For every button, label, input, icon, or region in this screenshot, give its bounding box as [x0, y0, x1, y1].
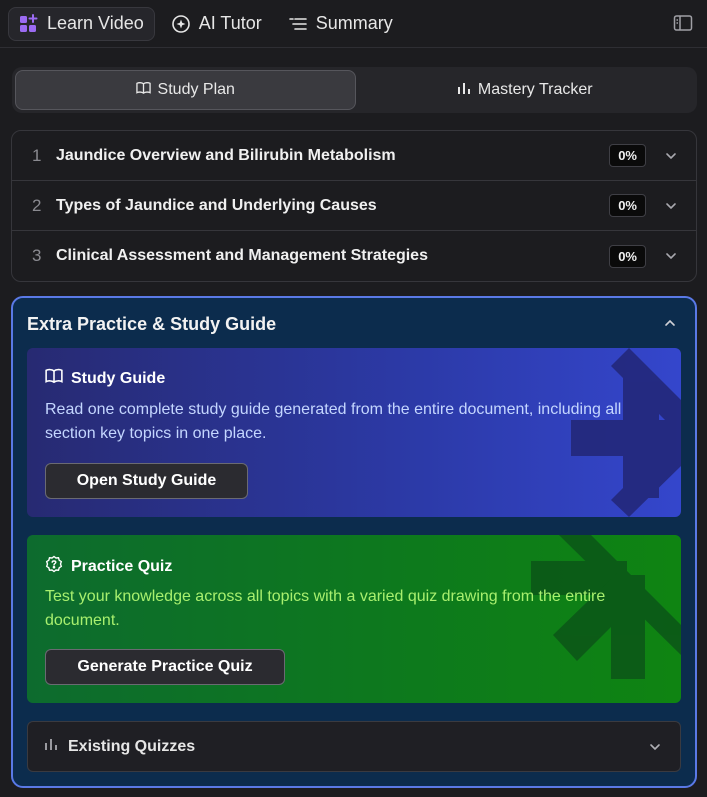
chevron-down-icon[interactable]	[664, 249, 678, 263]
practice-quiz-card: Practice Quiz Test your knowledge across…	[27, 535, 681, 703]
section-number: 3	[32, 246, 42, 265]
book-icon	[45, 368, 63, 389]
chevron-up-icon[interactable]	[663, 316, 677, 330]
sparkle-grid-icon	[19, 13, 39, 34]
existing-quizzes-row[interactable]: Existing Quizzes	[27, 721, 681, 772]
practice-quiz-heading: Practice Quiz	[45, 555, 172, 578]
progress-badge: 0%	[609, 144, 646, 167]
section-row[interactable]: 1 Jaundice Overview and Bilirubin Metabo…	[12, 131, 696, 181]
generate-practice-quiz-button[interactable]: Generate Practice Quiz	[45, 649, 285, 685]
top-nav: Learn Video AI Tutor Summary	[0, 0, 707, 48]
chevron-down-icon[interactable]	[664, 199, 678, 213]
chevron-down-icon[interactable]	[648, 740, 662, 754]
section-title: Clinical Assessment and Management Strat…	[56, 247, 428, 264]
study-guide-heading: Study Guide	[45, 368, 165, 389]
extra-practice-panel: Extra Practice & Study Guide Study Guide…	[11, 296, 697, 788]
open-study-guide-button[interactable]: Open Study Guide	[45, 463, 248, 499]
tab-label: Learn Video	[47, 13, 144, 33]
book-icon	[135, 81, 151, 100]
mastery-tracker-label: Mastery Tracker	[477, 81, 593, 98]
existing-quizzes-label: Existing Quizzes	[68, 737, 196, 755]
tab-label: AI Tutor	[198, 13, 262, 33]
section-title: Types of Jaundice and Underlying Causes	[56, 196, 377, 214]
tab-summary[interactable]: Summary	[278, 7, 403, 41]
list-icon	[288, 14, 308, 34]
tab-label: Summary	[315, 13, 393, 33]
section-number: 2	[32, 195, 42, 215]
study-guide-title: Study Guide	[71, 369, 166, 387]
tab-learn-video[interactable]: Learn Video	[8, 6, 155, 41]
section-number: 1	[32, 145, 42, 165]
practice-quiz-description: Test your knowledge across all topics wi…	[45, 588, 606, 629]
practice-quiz-title: Practice Quiz	[71, 557, 173, 575]
section-row[interactable]: 3 Clinical Assessment and Management Str…	[12, 231, 696, 281]
progress-badge: 0%	[609, 244, 646, 268]
chevron-down-icon[interactable]	[664, 149, 678, 163]
progress-badge: 0%	[609, 194, 646, 217]
ai-star-icon	[171, 14, 191, 34]
section-title: Jaundice Overview and Bilirubin Metaboli…	[56, 146, 396, 164]
bar-chart-icon	[457, 81, 471, 100]
section-list: 1 Jaundice Overview and Bilirubin Metabo…	[11, 130, 697, 282]
extra-practice-title: Extra Practice & Study Guide	[27, 314, 277, 334]
study-guide-card: Study Guide Read one complete study guid…	[27, 348, 681, 517]
section-row[interactable]: 2 Types of Jaundice and Underlying Cause…	[12, 181, 696, 231]
study-guide-description: Read one complete study guide generated …	[45, 401, 622, 442]
quiz-badge-icon	[45, 555, 63, 578]
study-plan-label: Study Plan	[157, 81, 235, 98]
tab-ai-tutor[interactable]: AI Tutor	[161, 7, 272, 41]
bar-chart-icon	[44, 737, 58, 756]
view-switcher: Study Plan Mastery Tracker	[12, 67, 697, 113]
tab-mastery-tracker[interactable]: Mastery Tracker	[356, 70, 695, 110]
sidebar-toggle-icon[interactable]	[673, 13, 693, 33]
tab-study-plan[interactable]: Study Plan	[15, 70, 356, 110]
